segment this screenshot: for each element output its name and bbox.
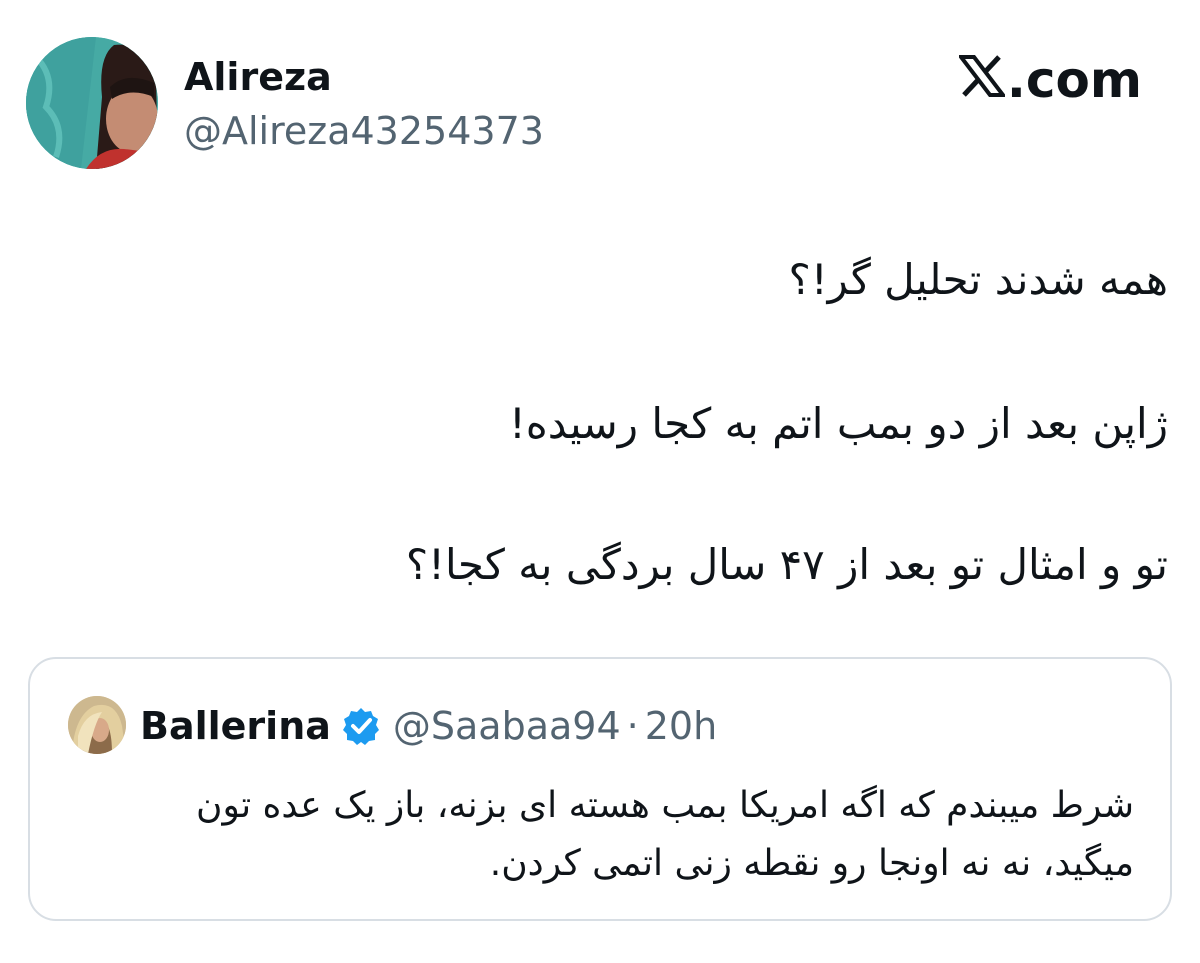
quoted-author-handle[interactable]: @Saabaa94	[393, 704, 621, 748]
brand-suffix: .com	[1006, 51, 1142, 109]
quoted-avatar-photo	[68, 696, 126, 754]
quoted-author-avatar[interactable]	[68, 696, 126, 754]
verified-badge-icon	[341, 706, 381, 746]
quoted-author-name[interactable]: Ballerina	[140, 704, 331, 748]
author-avatar[interactable]	[26, 37, 158, 169]
tweet-text-line-2: ژاپن بعد از دو بمب اتم به کجا رسیده!	[508, 399, 1168, 448]
author-handle[interactable]: @Alireza43254373	[184, 106, 544, 156]
quoted-text-line-1: شرط میبندم که اگه امریکا بمب هسته ای بزن…	[196, 785, 1134, 826]
tweet-text-line-3: تو و امثال تو بعد از ۴۷ سال بردگی به کجا…	[405, 540, 1168, 589]
quoted-tweet-timestamp[interactable]: 20h	[645, 704, 717, 748]
x-logo-icon	[956, 50, 1007, 110]
quoted-tweet-text: شرط میبندم که اگه امریکا بمب هسته ای بزن…	[64, 777, 1134, 893]
author-name[interactable]: Alireza	[184, 52, 332, 102]
quoted-tweet-header: Ballerina @Saabaa94 · 20h	[140, 701, 717, 751]
tweet-text-line-1: همه شدند تحلیل گر!؟	[788, 255, 1168, 304]
header-separator: ·	[626, 704, 639, 748]
quoted-tweet-card[interactable]: Ballerina @Saabaa94 · 20h شرط میبندم که …	[28, 657, 1172, 921]
author-avatar-photo	[26, 37, 158, 169]
x-com-watermark: .com	[956, 50, 1142, 110]
quoted-text-line-2: میگید، نه نه اونجا رو نقطه زنی اتمی کردن…	[489, 843, 1134, 884]
